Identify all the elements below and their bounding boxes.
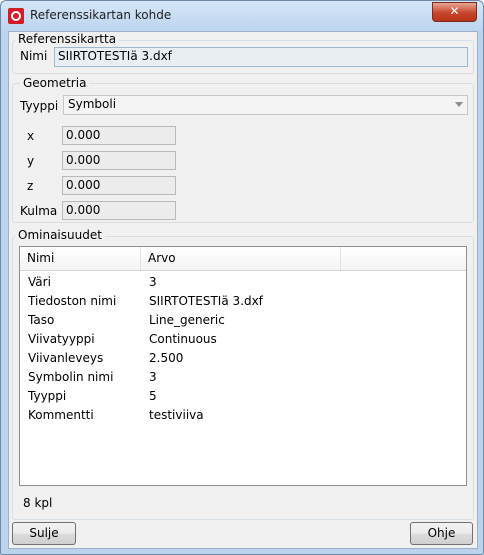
chevron-down-icon: [455, 102, 463, 107]
close-button[interactable]: Sulje: [12, 522, 76, 545]
table-header: Nimi Arvo: [20, 247, 466, 271]
row-name: Kommentti: [28, 408, 94, 422]
row-count: 8 kpl: [23, 496, 53, 510]
row-name: Symbolin nimi: [28, 370, 114, 384]
z-label: z: [27, 179, 34, 193]
angle-field[interactable]: 0.000: [62, 201, 176, 220]
column-header-name[interactable]: Nimi: [20, 247, 141, 270]
geometry-group-label: Geometria: [20, 76, 90, 90]
row-value: 2.500: [149, 351, 184, 365]
reference-group-label: Referenssikartta: [15, 32, 120, 46]
name-label: Nimi: [20, 49, 48, 63]
y-label: y: [27, 154, 35, 168]
table-row[interactable]: Viivanleveys 2.500: [20, 349, 466, 368]
reference-name-field[interactable]: SIIRTOTESTIä 3.dxf: [54, 47, 468, 67]
row-name: Tiedoston nimi: [28, 294, 117, 308]
y-field[interactable]: 0.000: [62, 151, 176, 170]
row-value: SIIRTOTESTIä 3.dxf: [149, 294, 263, 308]
x-label: x: [27, 129, 35, 143]
type-select-value: Symboli: [68, 97, 117, 111]
row-value: Line_generic: [149, 313, 225, 327]
angle-label: Kulma: [20, 204, 58, 218]
table-row[interactable]: Symbolin nimi 3: [20, 368, 466, 387]
row-name: Viivanleveys: [28, 351, 104, 365]
row-name: Väri: [28, 275, 51, 289]
row-name: Viivatyyppi: [28, 332, 95, 346]
app-logo-icon: [8, 8, 24, 24]
row-value: 3: [149, 370, 157, 384]
properties-group-label: Ominaisuudet: [15, 228, 105, 242]
properties-table[interactable]: Nimi Arvo Väri 3 Tiedoston nimi SIIRTOTE…: [19, 246, 467, 486]
dialog-window: Referenssikartan kohde ✕ Referenssikartt…: [0, 0, 484, 555]
type-label: Tyyppi: [20, 99, 59, 113]
table-row[interactable]: Tyyppi 5: [20, 387, 466, 406]
help-button[interactable]: Ohje: [410, 522, 473, 545]
z-field[interactable]: 0.000: [62, 176, 176, 195]
window-title: Referenssikartan kohde: [30, 8, 172, 22]
title-bar[interactable]: Referenssikartan kohde ✕: [1, 1, 483, 31]
row-name: Taso: [28, 313, 55, 327]
column-header-value[interactable]: Arvo: [141, 247, 341, 270]
type-select[interactable]: Symboli: [63, 95, 468, 115]
row-value: 5: [149, 389, 157, 403]
table-row[interactable]: Tiedoston nimi SIIRTOTESTIä 3.dxf: [20, 292, 466, 311]
table-row[interactable]: Viivatyyppi Continuous: [20, 330, 466, 349]
row-value: testiviiva: [149, 408, 204, 422]
window-close-button[interactable]: ✕: [432, 2, 477, 22]
x-field[interactable]: 0.000: [62, 126, 176, 145]
dialog-content: Referenssikartta Nimi SIIRTOTESTIä 3.dxf…: [8, 31, 478, 549]
table-row[interactable]: Taso Line_generic: [20, 311, 466, 330]
table-row[interactable]: Kommentti testiviiva: [20, 406, 466, 425]
row-value: Continuous: [149, 332, 217, 346]
table-row[interactable]: Väri 3: [20, 273, 466, 292]
row-value: 3: [149, 275, 157, 289]
row-name: Tyyppi: [28, 389, 67, 403]
